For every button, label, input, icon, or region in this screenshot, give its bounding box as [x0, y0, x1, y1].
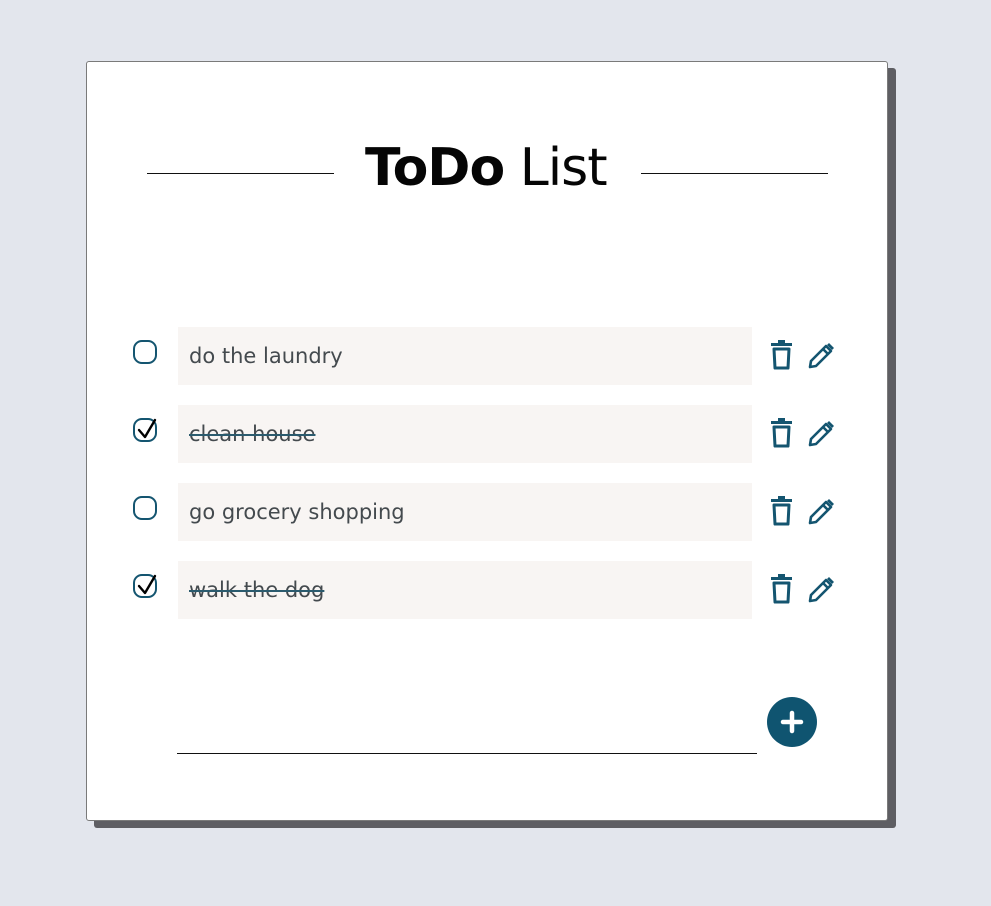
- edit-task-button[interactable]: [806, 418, 836, 450]
- task-checkbox[interactable]: [133, 418, 157, 442]
- pencil-icon: [808, 577, 834, 603]
- delete-task-button[interactable]: [767, 340, 797, 372]
- trash-icon: [771, 574, 792, 604]
- task-checkbox[interactable]: [133, 340, 157, 364]
- task-checkbox[interactable]: [133, 574, 157, 598]
- checkmark-icon: [137, 574, 157, 595]
- task-text: do the laundry: [178, 327, 752, 385]
- task-item: walk the dog: [131, 561, 841, 619]
- add-task-button[interactable]: [767, 697, 817, 747]
- task-checkbox[interactable]: [133, 496, 157, 520]
- title-light-part: List: [519, 138, 608, 198]
- delete-task-button[interactable]: [767, 418, 797, 450]
- edit-task-button[interactable]: [806, 496, 836, 528]
- task-text: clean house: [178, 405, 752, 463]
- task-item: do the laundry: [131, 327, 841, 385]
- task-text: go grocery shopping: [178, 483, 752, 541]
- trash-icon: [771, 340, 792, 370]
- pencil-icon: [808, 343, 834, 369]
- pencil-icon: [808, 499, 834, 525]
- delete-task-button[interactable]: [767, 496, 797, 528]
- trash-icon: [771, 496, 792, 526]
- title-divider-right: [641, 173, 828, 174]
- plus-icon: [780, 710, 804, 734]
- header: ToDo List: [147, 132, 828, 204]
- todo-card: ToDo List do the laundry clean house go …: [86, 61, 888, 821]
- new-task-input[interactable]: [177, 702, 757, 754]
- title-bold-part: ToDo: [365, 138, 505, 198]
- task-text: walk the dog: [178, 561, 752, 619]
- edit-task-button[interactable]: [806, 340, 836, 372]
- title-divider-left: [147, 173, 334, 174]
- task-item: go grocery shopping: [131, 483, 841, 541]
- delete-task-button[interactable]: [767, 574, 797, 606]
- edit-task-button[interactable]: [806, 574, 836, 606]
- trash-icon: [771, 418, 792, 448]
- pencil-icon: [808, 421, 834, 447]
- task-item: clean house: [131, 405, 841, 463]
- page-title: ToDo List: [365, 136, 615, 200]
- checkmark-icon: [137, 418, 157, 439]
